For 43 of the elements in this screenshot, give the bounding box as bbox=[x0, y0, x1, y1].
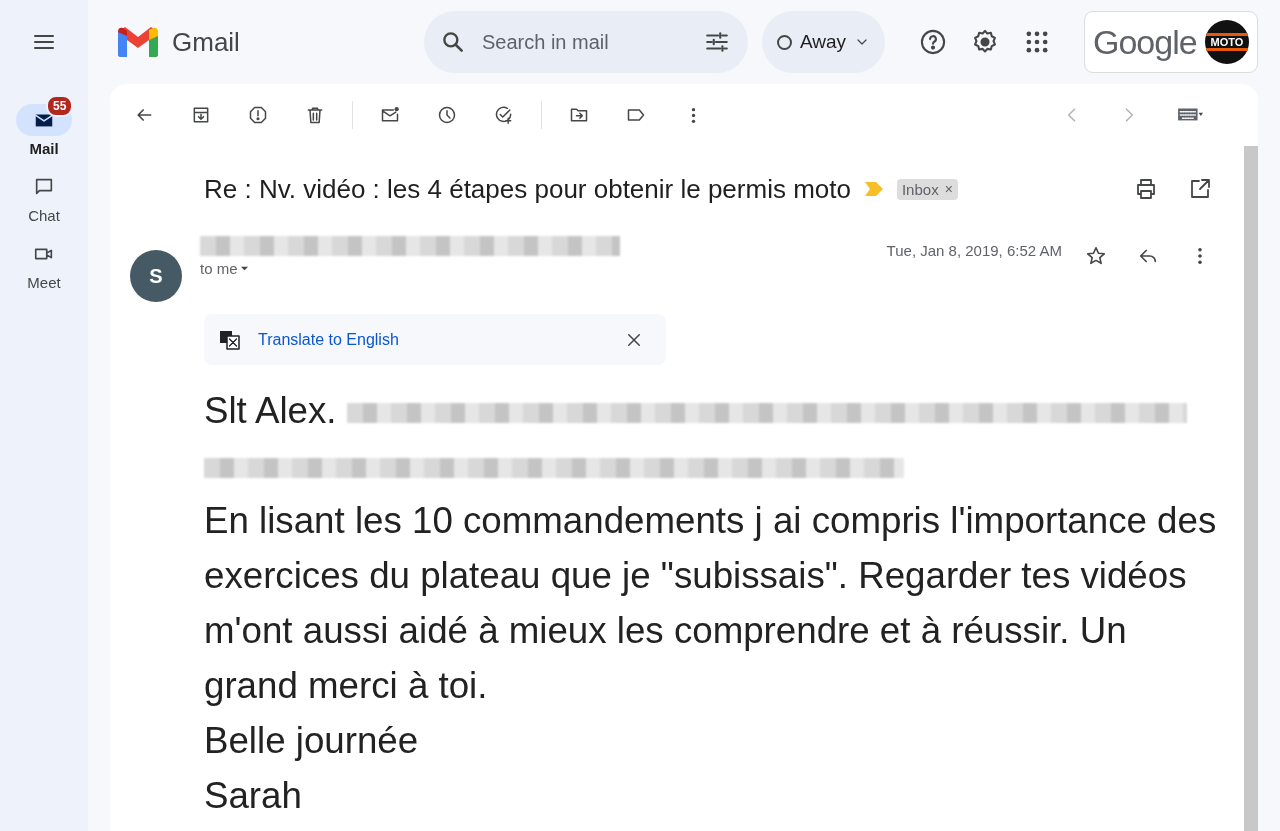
caret-icon bbox=[239, 266, 249, 271]
sender-avatar: S bbox=[130, 250, 182, 302]
scrollbar[interactable] bbox=[1244, 146, 1258, 831]
help-icon bbox=[919, 28, 947, 56]
star-icon bbox=[1085, 245, 1107, 267]
product-name: Gmail bbox=[172, 26, 240, 58]
status-button[interactable]: Away bbox=[762, 11, 885, 73]
search-field[interactable]: Search in mail bbox=[480, 29, 690, 55]
label-chip: Inbox × bbox=[896, 178, 958, 200]
rail-item[interactable]: 55 Mail bbox=[0, 94, 88, 157]
rail-item[interactable]: Meet bbox=[0, 228, 88, 291]
rail-label: Mail bbox=[29, 140, 59, 157]
account-card[interactable]: Google MOTO bbox=[1084, 11, 1258, 73]
remove-label-button[interactable]: × bbox=[944, 181, 953, 197]
filter-options-icon[interactable] bbox=[704, 29, 730, 55]
more-options-icon bbox=[1197, 247, 1203, 265]
add-task-icon bbox=[494, 105, 514, 125]
print-icon bbox=[1134, 177, 1158, 201]
brand-name: Google bbox=[1093, 22, 1197, 62]
email-date: Tue, Jan 8, 2019, 6:52 AM bbox=[886, 242, 1062, 261]
email-subject: Re : Nv. vidéo : les 4 étapes pour obtenir le permis moto bbox=[204, 173, 851, 205]
unread-count-badge: 55 bbox=[46, 95, 74, 117]
body-paragraph: Sarah bbox=[204, 774, 303, 818]
rail-label: Meet bbox=[27, 274, 61, 291]
rail-label: Chat bbox=[28, 207, 60, 224]
more-icon bbox=[690, 106, 696, 124]
snooze-icon bbox=[437, 105, 457, 125]
search-icon bbox=[440, 29, 466, 55]
search-bar[interactable]: Search in mail bbox=[424, 11, 748, 73]
greeting-text: Slt Alex. bbox=[204, 390, 337, 431]
body-paragraph: En lisant les 10 commandements j ai compris l'importance des exercices du plateau que je "subissais". Regarder tes vidéos m'ont aussi aidé à mieux les comprendre et à réussir. Un grand merci à toi. bbox=[204, 499, 1218, 708]
report-spam-icon bbox=[248, 105, 268, 125]
archive-icon bbox=[191, 105, 211, 125]
mark-unread-icon bbox=[380, 105, 400, 125]
new-window-icon bbox=[1188, 177, 1212, 201]
translate-link[interactable]: Translate to English bbox=[258, 330, 399, 349]
recipient-toggle[interactable]: to me bbox=[200, 260, 249, 277]
gmail-logo-icon bbox=[118, 27, 158, 57]
rail-item[interactable]: Chat bbox=[0, 161, 88, 224]
delete-icon bbox=[305, 105, 325, 125]
body-paragraph: Belle journée bbox=[204, 719, 420, 763]
profile-logo: MOTO bbox=[1205, 20, 1249, 64]
move-to-icon bbox=[569, 105, 589, 125]
